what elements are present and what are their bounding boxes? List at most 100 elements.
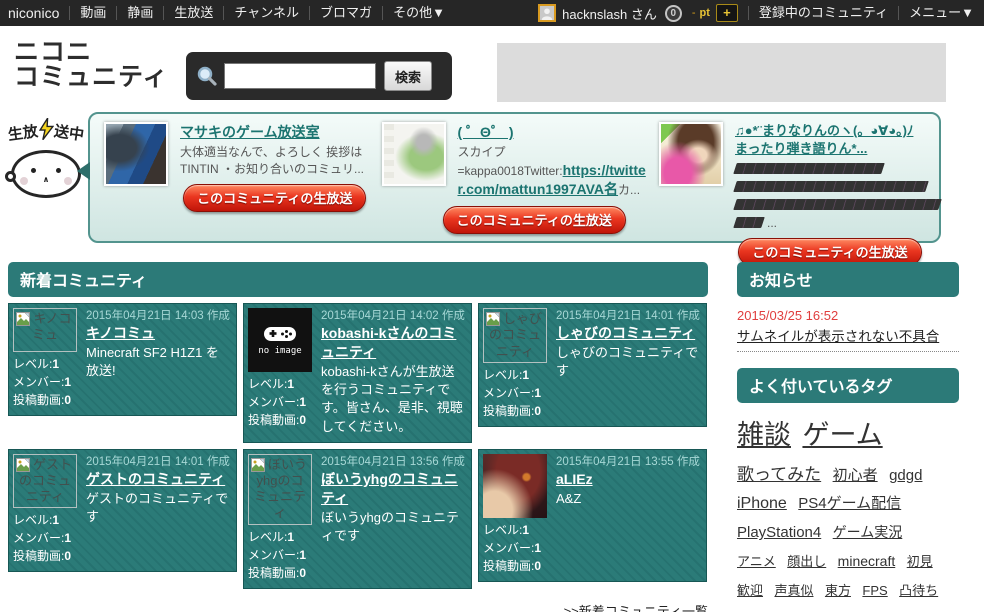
community-thumbnail[interactable]: キノコミュ [13,308,77,352]
mascot-eye [31,168,36,173]
tag-link[interactable]: 歌ってみた [737,465,821,484]
search-input[interactable] [224,63,376,89]
created-date: 2015年04月21日 14:01 作成 [556,310,700,322]
tag-link[interactable]: ゲーム [802,420,882,450]
description-text: =kappa0018Twitter: [457,163,563,178]
gamepad-icon [264,327,296,341]
tag-link[interactable]: PS4ゲーム配信 [798,495,901,512]
community-title-link[interactable]: ゲストのコミュニティ [86,471,225,487]
live-badge: 生放 送中 [4,118,88,148]
created-date: 2015年04月21日 14:02 作成 [321,310,465,322]
new-communities-list-link[interactable]: >>新着コミュニティ一覧 [564,604,708,612]
mascot-mouth: ∧ [42,175,50,184]
live-community-description: スカイプ =kappa0018Twitter:https://twitter.c… [458,144,648,200]
community-thumbnail[interactable]: しゃびのコミュニティ [483,308,547,363]
notification-badge[interactable]: 0 [664,4,682,22]
community-live-button[interactable]: このコミュニティの生放送 [183,183,367,212]
menu-dropdown[interactable]: メニュー▼ [899,0,984,26]
broken-image-icon [251,457,265,472]
community-card[interactable]: ゲストのコミュニティ レベル:1 メンバー:1 投稿動画:0 2015年04月2… [8,448,237,573]
thumbnail-alt-text: キノコミュ [31,311,72,343]
community-thumbnail[interactable] [381,122,446,186]
community-title-link[interactable]: キノコミュ [86,325,155,341]
community-card[interactable]: no image レベル:1 メンバー:1 投稿動画:0 2015年04月21日… [243,303,472,443]
site-header: ニコニ コミュニティ 検索 [0,26,984,112]
live-community-title-link[interactable]: マサキのゲーム放送室 [180,124,320,140]
tag-link[interactable]: FPS [862,583,887,598]
community-description: kobashi-kさんが生放送を行うコミュニティです。皆さん、是非、視聴してくだ… [321,363,463,434]
niconico-logo-link[interactable]: niconico [0,0,69,26]
lightning-bolt-icon [38,118,54,140]
community-title-link[interactable]: kobashi-kさんのコミュニティ [321,325,456,360]
community-stats: レベル:1 メンバー:1 投稿動画:0 [13,513,72,564]
points-unit: pt [699,7,710,19]
community-thumbnail[interactable]: ぼいうyhgのコミュニティ [248,453,312,525]
live-community-title-link[interactable]: ( ゜Θ゜ ) [458,124,514,140]
community-card[interactable]: ぼいうyhgのコミュニティ レベル:1 メンバー:1 投稿動画:0 2015年0… [243,448,472,589]
user-name[interactable]: hacknslash さん [562,4,657,23]
community-title-link[interactable]: ぼいうyhgのコミュニティ [321,471,458,506]
search-button[interactable]: 検索 [384,61,432,91]
tag-link[interactable]: 初見 [907,554,933,569]
community-card[interactable]: レベル:1 メンバー:1 投稿動画:0 2015年04月21日 13:55 作成… [478,448,707,582]
notice-link[interactable]: サムネイルが表示されない不具合 [737,325,959,352]
tag-link[interactable]: 歓迎 [737,583,763,598]
mascot-face: ∧ [5,150,81,198]
community-live-button[interactable]: このコミュニティの生放送 [442,205,626,234]
mascot-cheek [64,177,72,185]
section-heading-new-communities: 新着コミュニティ [8,262,708,297]
logo-line1: ニコニ [14,38,93,66]
tag-link[interactable]: iPhone [737,495,787,512]
tag-link[interactable]: 初心者 [833,467,878,484]
tag-link[interactable]: minecraft [838,553,896,569]
tag-link[interactable]: ゲーム実況 [833,524,903,540]
created-date: 2015年04月21日 14:01 作成 [86,455,230,468]
search-icon [197,66,217,86]
nav-video[interactable]: 動画 [70,0,116,26]
tag-link[interactable]: 東方 [825,583,851,598]
avatar[interactable] [538,4,557,22]
community-title-link[interactable]: しゃびのコミュニティ [556,325,695,341]
section-heading-tags: よく付いているタグ [737,368,959,403]
community-stats: レベル:1 メンバー:1 投稿動画:0 [248,377,307,427]
global-navbar: niconico 動画 静画 生放送 チャンネル ブロマガ その他▼ hackn… [0,0,984,26]
nicocommunity-logo[interactable]: ニコニ コミュニティ [14,40,169,90]
broken-image-icon [486,312,500,326]
mascot-cheek [20,177,28,185]
ad-placeholder [497,43,946,102]
redacted-text-block [733,181,929,193]
tag-link[interactable]: gdgd [889,467,922,484]
community-card[interactable]: キノコミュ レベル:1 メンバー:1 投稿動画:0 2015年04月21日 14… [8,303,237,416]
nav-blomaga[interactable]: ブロマガ [310,0,382,26]
community-thumbnail[interactable] [483,453,547,518]
registered-communities-link[interactable]: 登録中のコミュニティ [749,0,898,26]
live-community-title-link[interactable]: ♫●*¨まりなりんのヽ(。◕∀◕。)ﾉまったり弾き語りん*... [735,122,925,157]
nav-seiga[interactable]: 静画 [117,0,163,26]
nav-channel[interactable]: チャンネル [224,0,309,26]
community-thumbnail[interactable] [659,122,723,186]
nav-live[interactable]: 生放送 [164,0,223,26]
tag-link[interactable]: アニメ [737,554,776,569]
tag-link[interactable]: 声真似 [774,583,813,598]
tag-link[interactable]: PlayStation4 [737,524,821,541]
community-title-link[interactable]: aLIEz [556,471,593,487]
live-community-card: ( ゜Θ゜ ) スカイプ =kappa0018Twitter:https://t… [376,122,654,234]
created-date: 2015年04月21日 14:03 作成 [86,310,230,322]
live-badge-text-right: 送中 [52,122,85,145]
description-text: スカイプ [457,145,506,159]
tag-link[interactable]: 雑談 [737,420,791,450]
community-thumbnail[interactable]: ゲストのコミュニティ [13,453,77,509]
add-points-button[interactable]: + [715,4,738,22]
redacted-lines: ... [733,160,947,232]
tag-link[interactable]: 顔出し [787,554,826,569]
redacted-text-block [733,163,885,175]
community-thumbnail[interactable] [104,122,168,186]
person-icon [540,6,555,20]
nav-other-menu[interactable]: その他▼ [383,0,455,26]
community-card[interactable]: しゃびのコミュニティ レベル:1 メンバー:1 投稿動画:0 2015年04月2… [478,303,707,427]
community-description: ぼいうyhgのコミュニティです [321,509,459,543]
tag-link[interactable]: 凸待ち [899,583,938,598]
broken-image-icon [16,457,30,472]
live-communities-panel: マサキのゲーム放送室 大体適当なんで、よろしく 挨拶は TINTIN ・お知り合… [77,112,942,267]
community-thumbnail[interactable]: no image [248,308,312,372]
